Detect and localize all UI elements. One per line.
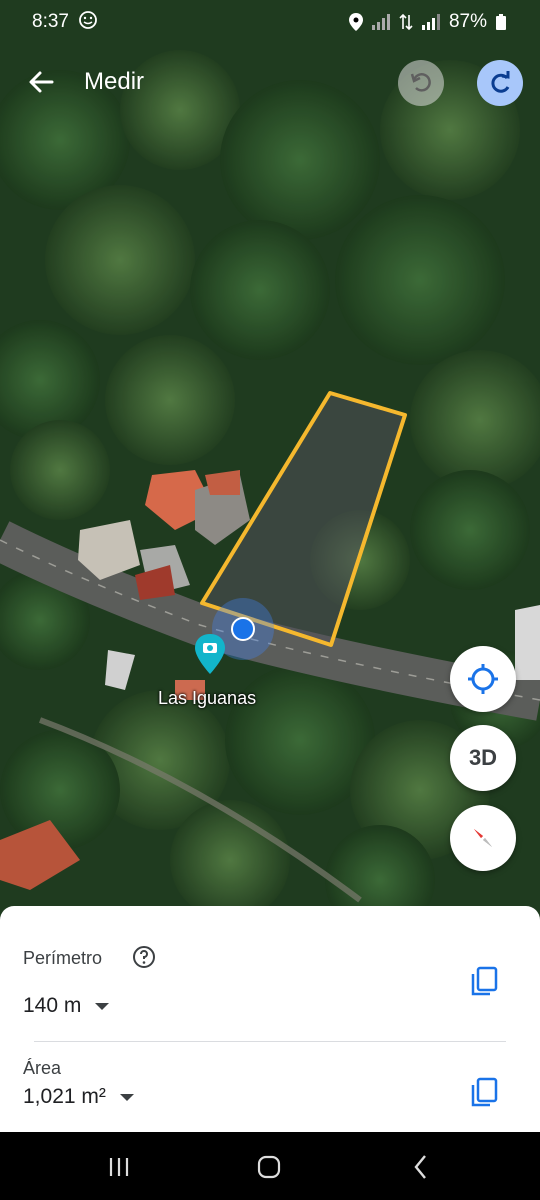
compass-icon	[474, 829, 492, 847]
undo-button[interactable]	[398, 60, 444, 106]
perimeter-value-dropdown[interactable]: 140 m	[23, 994, 110, 1018]
copy-perimeter-button[interactable]	[464, 962, 504, 1002]
help-icon[interactable]	[132, 945, 156, 969]
recent-apps-icon[interactable]	[104, 1152, 134, 1182]
signal-icon	[421, 14, 440, 30]
3d-label: 3D	[468, 745, 498, 770]
system-nav-bar	[0, 1132, 540, 1200]
smiley-icon	[79, 11, 97, 29]
measurement-sheet: Perímetro 140 m Área 1,021 m²	[0, 906, 540, 1132]
divider	[34, 1041, 506, 1042]
compass-button[interactable]	[450, 805, 516, 871]
top-app-bar: Medir	[0, 54, 540, 114]
status-bar: 8:37 87%	[0, 0, 540, 44]
location-icon	[348, 13, 363, 31]
battery-percent: 87%	[448, 11, 487, 32]
area-label: Área	[23, 1058, 62, 1078]
my-location-button[interactable]	[450, 646, 516, 712]
home-icon[interactable]	[254, 1152, 284, 1182]
signal-icon	[371, 14, 390, 30]
perimeter-label: Perímetro	[23, 948, 103, 968]
crosshair-icon	[468, 664, 498, 694]
area-value: 1,021 m²	[23, 1085, 106, 1108]
page-title: Medir	[84, 68, 145, 95]
photo-pin-icon[interactable]	[195, 634, 225, 674]
perimeter-value: 140 m	[23, 994, 82, 1017]
3d-view-button[interactable]: 3D	[450, 725, 516, 791]
dropdown-arrow-icon	[95, 1002, 110, 1010]
status-time: 8:37	[32, 11, 69, 32]
back-icon[interactable]	[406, 1152, 436, 1182]
back-arrow-icon[interactable]	[24, 64, 60, 100]
redo-button[interactable]	[477, 60, 523, 106]
dropdown-arrow-icon	[119, 1093, 134, 1101]
area-value-dropdown[interactable]: 1,021 m²	[23, 1085, 134, 1109]
battery-icon	[496, 14, 506, 30]
undo-icon	[410, 73, 431, 92]
data-transfer-icon	[399, 13, 413, 31]
place-label[interactable]: Las Iguanas	[158, 688, 256, 709]
redo-icon	[491, 71, 510, 93]
copy-area-button[interactable]	[464, 1073, 504, 1113]
